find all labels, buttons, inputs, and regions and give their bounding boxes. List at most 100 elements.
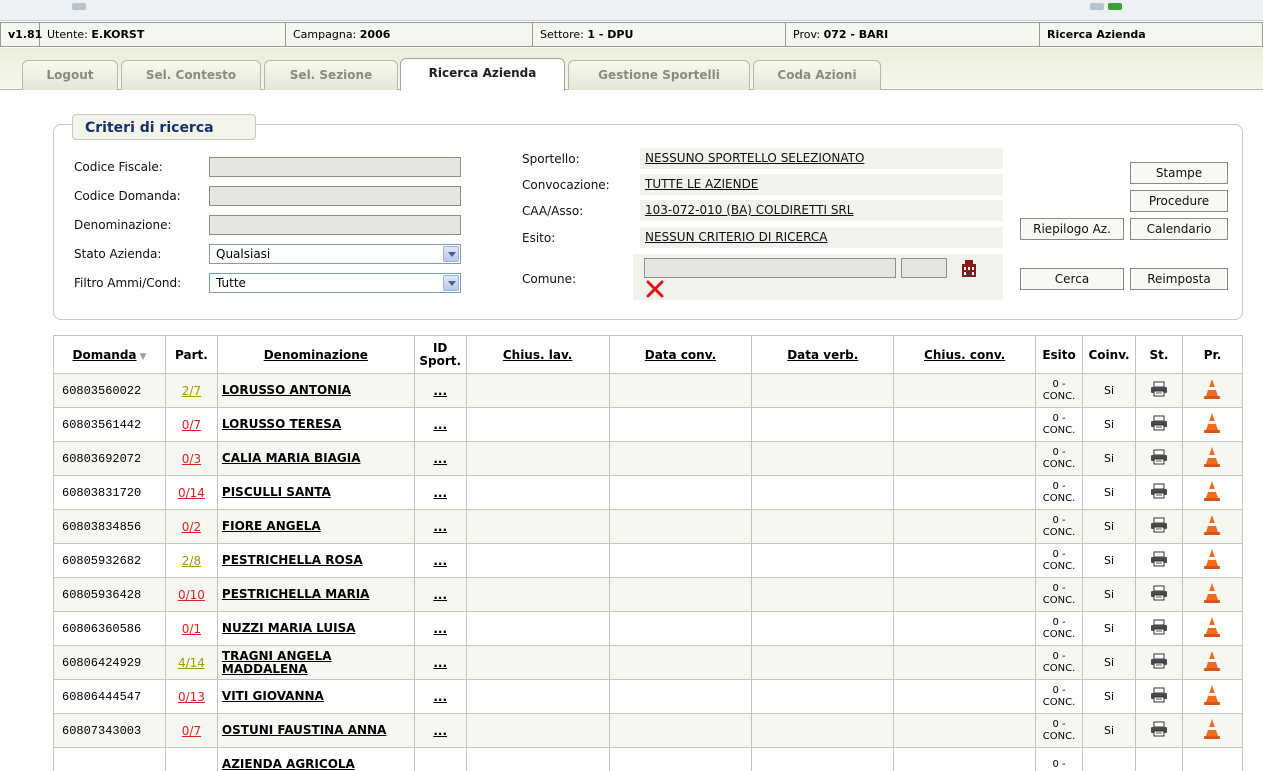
printer-icon[interactable] bbox=[1150, 687, 1168, 706]
cell-denominazione-link[interactable]: NUZZI MARIA LUISA bbox=[216, 611, 415, 646]
procedure-button[interactable]: Procedure bbox=[1130, 190, 1228, 212]
printer-icon[interactable] bbox=[1150, 653, 1168, 672]
printer-icon[interactable] bbox=[1150, 449, 1168, 468]
cerca-button[interactable]: Cerca bbox=[1020, 268, 1124, 290]
cell-denominazione-link[interactable]: TRAGNI ANGELA MADDALENA bbox=[216, 645, 415, 680]
cell-part-link[interactable]: 0/13 bbox=[164, 679, 218, 714]
cell-part-link[interactable]: 0/10 bbox=[164, 577, 218, 612]
printer-icon[interactable] bbox=[1150, 415, 1168, 434]
chevron-down-icon[interactable] bbox=[443, 275, 459, 291]
cell-denominazione-link[interactable]: FIORE ANGELA bbox=[216, 509, 415, 544]
col-denominazione-header[interactable]: Denominazione bbox=[216, 335, 415, 374]
cell-part-link[interactable]: 0/7 bbox=[164, 407, 218, 442]
calendario-button[interactable]: Calendario bbox=[1130, 218, 1228, 240]
traffic-cone-icon[interactable] bbox=[1203, 481, 1221, 505]
cell-part-link[interactable]: 0/3 bbox=[164, 441, 218, 476]
cell-chius-lav bbox=[465, 543, 610, 578]
traffic-cone-icon[interactable] bbox=[1203, 515, 1221, 539]
cell-denominazione-link[interactable]: AZIENDA AGRICOLA bbox=[216, 747, 415, 771]
printer-icon[interactable] bbox=[1150, 585, 1168, 604]
stampe-button[interactable]: Stampe bbox=[1130, 162, 1228, 184]
cell-part-link[interactable]: 0/1 bbox=[164, 611, 218, 646]
col-data-conv-header[interactable]: Data conv. bbox=[608, 335, 753, 374]
tab-coda-azioni[interactable]: Coda Azioni bbox=[753, 60, 881, 90]
chevron-down-icon[interactable] bbox=[443, 246, 459, 262]
cell-id-sport-link[interactable]: ... bbox=[413, 679, 467, 714]
denominazione-input[interactable] bbox=[209, 215, 461, 235]
col-chius-lav-header[interactable]: Chius. lav. bbox=[465, 335, 610, 374]
cell-id-sport-link[interactable]: ... bbox=[413, 509, 467, 544]
printer-icon[interactable] bbox=[1150, 517, 1168, 536]
caa-asso-link[interactable]: 103-072-010 (BA) COLDIRETTI SRL bbox=[640, 200, 1003, 221]
traffic-cone-icon[interactable] bbox=[1203, 583, 1221, 607]
printer-icon[interactable] bbox=[1150, 619, 1168, 638]
comune-input[interactable] bbox=[644, 258, 896, 278]
cell-id-sport-link[interactable]: ... bbox=[413, 645, 467, 680]
sort-desc-icon[interactable]: ▼ bbox=[140, 352, 147, 362]
traffic-cone-icon[interactable] bbox=[1203, 719, 1221, 743]
cell-id-sport-link[interactable]: ... bbox=[413, 713, 467, 748]
cell-id-sport-link[interactable]: ... bbox=[413, 373, 467, 408]
cell-part-link[interactable]: 0/7 bbox=[164, 713, 218, 748]
printer-icon[interactable] bbox=[1150, 551, 1168, 570]
cell-domanda: 60805932682 bbox=[53, 543, 166, 578]
cell-part-link[interactable]: 2/8 bbox=[164, 543, 218, 578]
clear-x-icon[interactable] bbox=[646, 280, 664, 298]
printer-icon[interactable] bbox=[1150, 381, 1168, 400]
cell-part-link[interactable]: 0/2 bbox=[164, 509, 218, 544]
traffic-cone-icon[interactable] bbox=[1203, 685, 1221, 709]
traffic-cone-icon[interactable] bbox=[1203, 379, 1221, 403]
codice-fiscale-input[interactable] bbox=[209, 157, 461, 177]
cell-denominazione-link[interactable]: LORUSSO ANTONIA bbox=[216, 373, 415, 408]
printer-icon[interactable] bbox=[1150, 483, 1168, 502]
cell-denominazione-link[interactable]: PESTRICHELLA ROSA bbox=[216, 543, 415, 578]
col-domanda-header[interactable]: Domanda ▼ bbox=[53, 335, 166, 374]
tab-ricerca-azienda[interactable]: Ricerca Azienda bbox=[400, 58, 565, 91]
cell-part-link[interactable] bbox=[164, 747, 218, 771]
esito-link[interactable]: NESSUN CRITERIO DI RICERCA bbox=[640, 227, 1003, 248]
traffic-cone-icon[interactable] bbox=[1203, 651, 1221, 675]
traffic-cone-icon[interactable] bbox=[1203, 447, 1221, 471]
cell-pr bbox=[1181, 441, 1244, 476]
col-data-verb-header[interactable]: Data verb. bbox=[751, 335, 895, 374]
cell-denominazione-link[interactable]: LORUSSO TERESA bbox=[216, 407, 415, 442]
col-chius-conv-header[interactable]: Chius. conv. bbox=[893, 335, 1037, 374]
printer-icon[interactable] bbox=[1150, 721, 1168, 740]
cell-part-link[interactable]: 4/14 bbox=[164, 645, 218, 680]
col-st-header: St. bbox=[1135, 335, 1183, 374]
cell-part-link[interactable]: 2/7 bbox=[164, 373, 218, 408]
cell-id-sport-link[interactable]: ... bbox=[413, 543, 467, 578]
traffic-cone-icon[interactable] bbox=[1203, 617, 1221, 641]
traffic-cone-icon[interactable] bbox=[1203, 549, 1221, 573]
tab-gestione-sportelli[interactable]: Gestione Sportelli bbox=[568, 60, 750, 90]
sportello-link[interactable]: NESSUNO SPORTELLO SELEZIONATO bbox=[640, 148, 1003, 169]
cell-denominazione-link[interactable]: VITI GIOVANNA bbox=[216, 679, 415, 714]
cell-id-sport-link[interactable]: ... bbox=[413, 577, 467, 612]
traffic-cone-icon[interactable] bbox=[1203, 413, 1221, 437]
cell-id-sport-link[interactable]: ... bbox=[413, 611, 467, 646]
cell-denominazione-link[interactable]: OSTUNI FAUSTINA ANNA bbox=[216, 713, 415, 748]
comune-code-input[interactable] bbox=[901, 258, 947, 278]
cell-id-sport-link[interactable]: ... bbox=[413, 441, 467, 476]
cell-denominazione-link[interactable]: PISCULLI SANTA bbox=[216, 475, 415, 510]
stato-azienda-select[interactable]: Qualsiasi bbox=[209, 244, 461, 264]
building-icon[interactable] bbox=[960, 258, 978, 278]
codice-domanda-input[interactable] bbox=[209, 186, 461, 206]
cell-denominazione-link[interactable]: PESTRICHELLA MARIA bbox=[216, 577, 415, 612]
tab-sel-contesto[interactable]: Sel. Contesto bbox=[121, 60, 261, 90]
riepilogo-button[interactable]: Riepilogo Az. bbox=[1020, 218, 1124, 240]
status-indicator-icon bbox=[1108, 3, 1122, 10]
cell-id-sport-link[interactable]: ... bbox=[413, 407, 467, 442]
tab-logout[interactable]: Logout bbox=[22, 60, 118, 90]
cell-id-sport-link[interactable] bbox=[413, 747, 467, 771]
cell-denominazione-link[interactable]: CALIA MARIA BIAGIA bbox=[216, 441, 415, 476]
filtro-ammi-cond-select[interactable]: Tutte bbox=[209, 273, 461, 293]
convocazione-link[interactable]: TUTTE LE AZIENDE bbox=[640, 174, 1003, 195]
cell-st bbox=[1135, 407, 1183, 442]
cell-esito: 0 - CONC. bbox=[1035, 373, 1084, 408]
tab-sel-sezione[interactable]: Sel. Sezione bbox=[264, 60, 398, 90]
reimposta-button[interactable]: Reimposta bbox=[1130, 268, 1228, 290]
cell-esito: 0 - CONC. bbox=[1035, 577, 1084, 612]
cell-part-link[interactable]: 0/14 bbox=[164, 475, 218, 510]
cell-id-sport-link[interactable]: ... bbox=[413, 475, 467, 510]
